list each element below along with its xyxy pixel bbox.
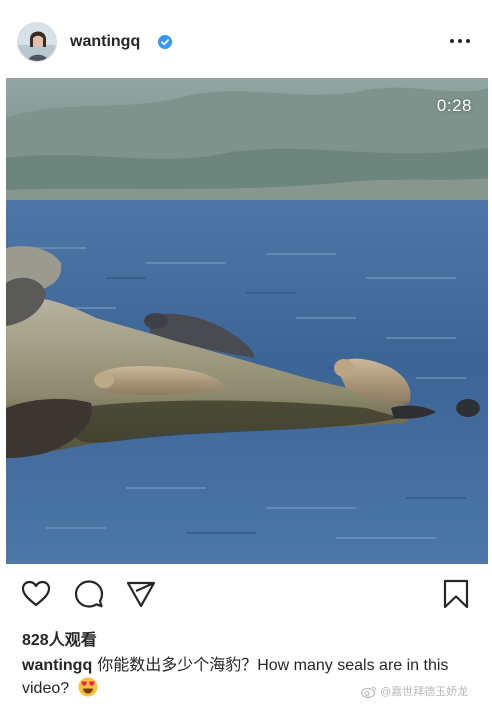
post-header: wantingq — [0, 0, 492, 80]
weibo-logo-icon — [361, 685, 377, 698]
heart-icon[interactable] — [20, 578, 52, 610]
watermark-text: @嘉世拜德玉娇龙 — [380, 686, 469, 698]
video-frame — [6, 78, 488, 564]
view-count: 828人观看 — [22, 632, 97, 649]
avatar[interactable] — [17, 22, 57, 62]
caption-username[interactable]: wantingq — [22, 657, 92, 674]
bookmark-icon[interactable] — [440, 578, 472, 610]
verified-badge-icon — [158, 35, 172, 49]
more-options-icon[interactable] — [448, 33, 472, 49]
heart-eyes-emoji-icon — [78, 677, 98, 697]
action-bar — [0, 570, 492, 620]
username[interactable]: wantingq — [70, 33, 140, 51]
avatar-image — [18, 23, 56, 61]
weibo-watermark: @嘉世拜德玉娇龙 — [361, 683, 468, 699]
video-duration: 0:28 — [436, 96, 472, 115]
comment-bubble-icon[interactable] — [73, 578, 105, 610]
video-player[interactable]: 0:28 — [6, 78, 488, 564]
paper-plane-icon[interactable] — [125, 578, 157, 610]
